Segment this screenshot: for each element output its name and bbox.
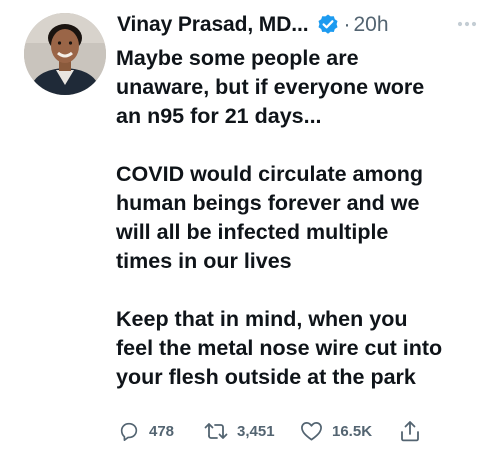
verified-badge-icon [316, 13, 340, 37]
reply-button[interactable]: 478 [118, 418, 174, 444]
tweet-text: Maybe some people are unaware, but if ev… [116, 44, 492, 392]
like-count: 16.5K [332, 422, 373, 440]
tweet-actions: 478 3,451 16.5K [116, 418, 436, 444]
like-button[interactable]: 16.5K [300, 418, 372, 444]
reply-icon [118, 420, 140, 442]
more-options-icon[interactable] [454, 14, 480, 34]
reply-count: 478 [149, 422, 175, 440]
tweet[interactable]: Vinay Prasad, MD... · 20h Maybe some peo… [0, 0, 500, 456]
avatar[interactable] [24, 13, 106, 95]
retweet-count: 3,451 [237, 422, 275, 440]
tweet-paragraph: COVID would circulate among human beings… [116, 162, 424, 273]
author-name[interactable]: Vinay Prasad, MD... [117, 13, 309, 37]
tweet-paragraph: Keep that in mind, when you feel the met… [116, 307, 443, 389]
share-button[interactable] [399, 418, 421, 444]
like-icon [300, 420, 323, 442]
retweet-icon [204, 420, 228, 442]
retweet-button[interactable]: 3,451 [204, 418, 275, 444]
tweet-header: Vinay Prasad, MD... · 20h [117, 8, 389, 42]
tweet-paragraph: Maybe some people are unaware, but if ev… [116, 46, 425, 128]
share-icon [399, 419, 421, 443]
tweet-time[interactable]: 20h [353, 13, 388, 37]
separator-dot: · [343, 13, 351, 36]
